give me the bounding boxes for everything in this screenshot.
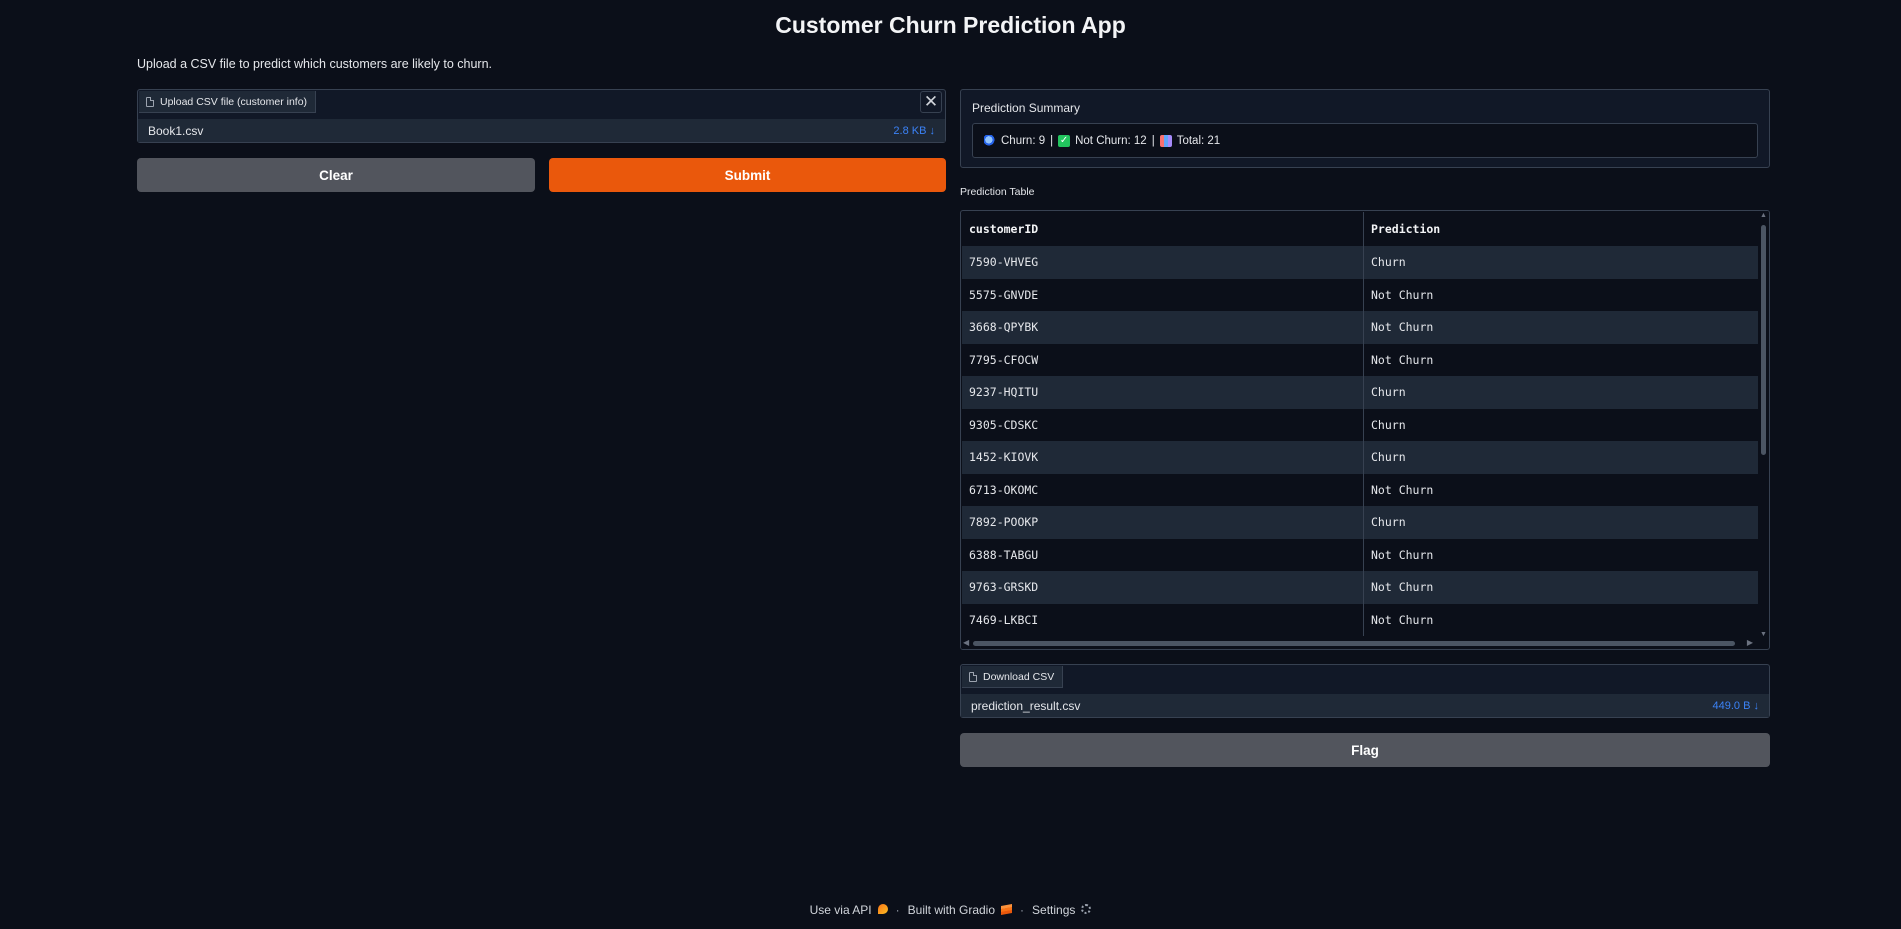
table-row: 3668-QPYBK Not Churn — [962, 311, 1759, 344]
table-body: customerID Prediction 7590-VHVEG Churn 557… — [962, 212, 1759, 636]
check-icon: ✓ — [1058, 134, 1071, 147]
file-icon — [969, 671, 977, 682]
separator: | — [1050, 134, 1054, 147]
download-file-name: prediction_result.csv — [971, 698, 1081, 713]
gradio-logo-icon — [1001, 904, 1013, 915]
scroll-down-arrow-icon[interactable]: ▼ — [1760, 631, 1767, 638]
table-row: 7590-VHVEG Churn — [962, 246, 1759, 279]
uploaded-file-download-link[interactable]: 2.8 KB ↓ — [893, 125, 935, 137]
scroll-up-arrow-icon[interactable]: ▲ — [1760, 212, 1767, 219]
cell-customerid[interactable]: 9305-CDSKC — [962, 408, 1364, 441]
table-row: 7795-CFOCW Not Churn — [962, 343, 1759, 377]
footer-api-link[interactable]: Use via API — [810, 903, 888, 917]
page-description: Upload a CSV file to predict which custo… — [137, 57, 493, 71]
magnifier-icon — [984, 134, 996, 147]
footer-dot: · — [895, 903, 900, 917]
cell-customerid[interactable]: 7590-VHVEG — [962, 246, 1364, 279]
churn-count: Churn: 9 — [1001, 134, 1046, 147]
table-row: 6713-OKOMC Not Churn — [962, 473, 1759, 507]
footer-settings-link[interactable]: Settings — [1032, 903, 1092, 917]
cell-prediction[interactable]: Not Churn — [1364, 604, 1759, 637]
cell-prediction[interactable]: Not Churn — [1364, 571, 1759, 604]
cell-prediction[interactable]: Not Churn — [1364, 344, 1759, 377]
table-row: 6388-TABGU Not Churn — [962, 538, 1759, 572]
footer-gradio-text: Built with Gradio — [907, 903, 996, 917]
cell-prediction[interactable]: Churn — [1364, 441, 1759, 474]
clear-button[interactable]: Clear — [137, 158, 535, 192]
cell-prediction[interactable]: Not Churn — [1364, 279, 1759, 312]
footer-settings-text: Settings — [1032, 903, 1076, 917]
table-header-row: customerID Prediction — [962, 212, 1759, 246]
cell-customerid[interactable]: 9763-GRSKD — [962, 571, 1364, 604]
rocket-icon — [877, 904, 888, 914]
column-header-prediction[interactable]: Prediction — [1364, 212, 1759, 246]
cell-prediction[interactable]: Not Churn — [1364, 474, 1759, 507]
cell-prediction[interactable]: Churn — [1364, 376, 1759, 409]
table-row: 7469-LKBCI Not Churn — [962, 603, 1759, 637]
submit-button[interactable]: Submit — [549, 158, 946, 192]
table-row: 9237-HQITU Churn — [962, 376, 1759, 409]
download-file-row: prediction_result.csv 449.0 B ↓ — [961, 694, 1769, 717]
footer: Use via API · Built with Gradio · Settin… — [0, 903, 1901, 917]
table-label: Prediction Table — [960, 186, 1035, 198]
cell-customerid[interactable]: 7892-POOKP — [962, 506, 1364, 539]
prediction-table[interactable]: customerID Prediction 7590-VHVEG Churn 557… — [960, 210, 1770, 650]
table-row: 5575-GNVDE Not Churn — [962, 278, 1759, 312]
cell-customerid[interactable]: 7469-LKBCI — [962, 603, 1364, 636]
cell-customerid[interactable]: 3668-QPYBK — [962, 311, 1364, 344]
cell-prediction[interactable]: Churn — [1364, 409, 1759, 442]
vertical-scroll-thumb[interactable] — [1761, 225, 1766, 455]
cell-customerid[interactable]: 5575-GNVDE — [962, 278, 1364, 311]
cell-customerid[interactable]: 6388-TABGU — [962, 538, 1364, 571]
horizontal-scrollbar[interactable]: ◀ ▶ — [961, 638, 1759, 649]
table-row: 9763-GRSKD Not Churn — [962, 571, 1759, 604]
not-churn-count: Not Churn: 12 — [1075, 134, 1147, 147]
cell-prediction[interactable]: Not Churn — [1364, 539, 1759, 572]
table-row: 7892-POOKP Churn — [962, 506, 1759, 539]
total-count: Total: 21 — [1176, 134, 1221, 147]
csv-upload[interactable]: Upload CSV file (customer info) ✕ Book1.… — [137, 89, 946, 143]
footer-api-text: Use via API — [809, 903, 872, 917]
download-label-text: Download CSV — [983, 670, 1055, 683]
page-title: Customer Churn Prediction App — [775, 12, 1126, 38]
scroll-left-arrow-icon[interactable]: ◀ — [963, 638, 969, 647]
cell-prediction[interactable]: Churn — [1364, 246, 1759, 279]
clear-file-button[interactable]: ✕ — [920, 91, 942, 113]
summary-label: Prediction Summary — [972, 101, 1081, 115]
cell-customerid[interactable]: 6713-OKOMC — [962, 473, 1364, 506]
file-icon — [146, 96, 154, 107]
footer-gradio-link[interactable]: Built with Gradio — [907, 903, 1013, 917]
gear-icon — [1081, 904, 1092, 914]
download-csv: Download CSV prediction_result.csv 449.0… — [960, 664, 1770, 718]
cell-prediction[interactable]: Churn — [1364, 506, 1759, 539]
uploaded-file-name: Book1.csv — [148, 123, 204, 138]
summary-text-field: Churn: 9 | ✓ Not Churn: 12 | Total: 21 — [972, 123, 1758, 158]
bar-chart-icon — [1159, 134, 1172, 147]
uploaded-file-row: Book1.csv 2.8 KB ↓ — [138, 119, 945, 142]
prediction-summary: Prediction Summary Churn: 9 | ✓ Not Chur… — [960, 89, 1770, 168]
upload-label-text: Upload CSV file (customer info) — [160, 95, 308, 108]
table-row: 9305-CDSKC Churn — [962, 408, 1759, 442]
footer-dot: · — [1020, 903, 1025, 917]
download-label-tag: Download CSV — [962, 666, 1064, 688]
flag-button[interactable]: Flag — [960, 733, 1770, 767]
separator: | — [1151, 134, 1155, 147]
upload-label-tag: Upload CSV file (customer info) — [139, 91, 317, 113]
cell-customerid[interactable]: 7795-CFOCW — [962, 343, 1364, 376]
horizontal-scroll-thumb[interactable] — [973, 641, 1735, 646]
vertical-scrollbar[interactable]: ▲ ▼ — [1758, 211, 1769, 639]
download-file-link[interactable]: 449.0 B ↓ — [1713, 700, 1759, 712]
scroll-right-arrow-icon[interactable]: ▶ — [1747, 638, 1753, 647]
column-header-customerid[interactable]: customerID — [962, 212, 1364, 246]
cell-customerid[interactable]: 9237-HQITU — [962, 376, 1364, 409]
cell-customerid[interactable]: 1452-KIOVK — [962, 441, 1364, 474]
cell-prediction[interactable]: Not Churn — [1364, 311, 1759, 344]
table-row: 1452-KIOVK Churn — [962, 441, 1759, 474]
